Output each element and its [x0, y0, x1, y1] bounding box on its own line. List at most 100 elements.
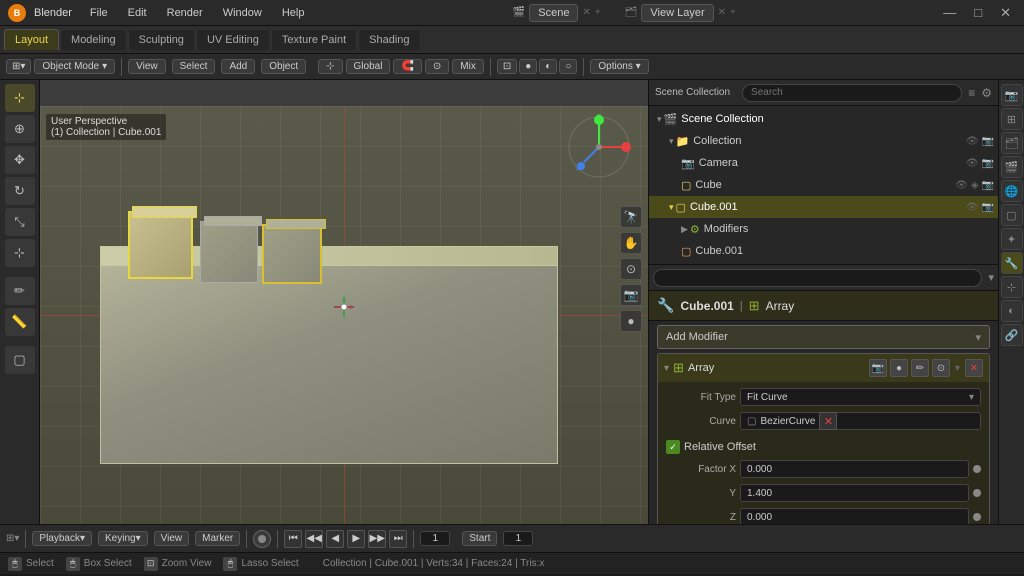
prop-tab-render[interactable]: 📷 — [1001, 84, 1023, 106]
array-expand-button[interactable]: ▾ — [664, 363, 669, 374]
play-button[interactable]: ▶ — [347, 530, 365, 548]
properties-search-input[interactable] — [653, 269, 982, 287]
transform-orientation-button[interactable]: Global — [346, 59, 391, 74]
viewport-add-menu[interactable]: Add — [221, 59, 255, 74]
current-frame-display[interactable]: 1 — [420, 531, 450, 546]
sync-toggle-button[interactable] — [253, 530, 271, 548]
tree-vis-eye-collection[interactable]: 👁 — [966, 136, 979, 147]
tree-item-cube001-mesh[interactable]: ▢ Cube.001 — [649, 240, 998, 262]
view-pan-tool[interactable]: ✋ — [620, 232, 642, 254]
tree-vis-eye-cube001[interactable]: 👁 — [966, 202, 979, 213]
render-preview-tool[interactable]: ● — [620, 310, 642, 332]
editor-type-button[interactable]: ⊞▾ — [6, 59, 31, 74]
tool-cursor[interactable]: ⊕ — [5, 115, 35, 143]
prev-keyframe-button[interactable]: ◀◀ — [305, 530, 323, 548]
view-zoom-tool[interactable]: 🔭 — [620, 206, 642, 228]
tree-vis-render-camera[interactable]: 📷 — [982, 158, 994, 169]
tool-annotate[interactable]: ✏ — [5, 277, 35, 305]
tab-modeling[interactable]: Modeling — [60, 29, 127, 50]
prop-tab-world[interactable]: 🌐 — [1001, 180, 1023, 202]
menu-render[interactable]: Render — [161, 5, 209, 21]
tool-scale[interactable]: ⤡ — [5, 208, 35, 236]
tree-vis-render-collection[interactable]: 📷 — [982, 136, 994, 147]
prop-tab-material[interactable]: ◐ — [1001, 300, 1023, 322]
keying-menu-button[interactable]: Keying▾ — [98, 531, 148, 546]
array-render-button[interactable]: ● — [890, 359, 908, 377]
viewport-3d[interactable]: User Perspective (1) Collection | Cube.0… — [40, 80, 648, 524]
array-delete-button[interactable]: ✕ — [965, 359, 983, 377]
viewport-object-menu[interactable]: Object — [261, 59, 306, 74]
menu-edit[interactable]: Edit — [122, 5, 153, 21]
array-realtime-button[interactable]: ⊙ — [932, 359, 950, 377]
marker-menu-button[interactable]: Marker — [195, 531, 240, 546]
wireframe-shading-button[interactable]: ⊡ — [497, 59, 517, 74]
viewport-view-menu[interactable]: View — [128, 59, 166, 74]
array-edit-button[interactable]: ✏ — [911, 359, 929, 377]
camera-view-tool[interactable]: 📷 — [620, 284, 642, 306]
end-frame-display[interactable]: 1 — [503, 531, 533, 546]
tree-item-cube[interactable]: ▢ Cube 👁 ◈ 📷 — [649, 174, 998, 196]
prop-tab-object[interactable]: ▢ — [1001, 204, 1023, 226]
properties-options-button[interactable]: ▾ — [988, 271, 994, 284]
menu-window[interactable]: Window — [217, 5, 268, 21]
tool-rotate[interactable]: ↻ — [5, 177, 35, 205]
outliner-search-input[interactable] — [742, 84, 962, 102]
tree-vis-eye-cube[interactable]: 👁 — [955, 180, 968, 191]
view-orbit-tool[interactable]: ⊙ — [620, 258, 642, 280]
add-modifier-button[interactable]: Add Modifier ▾ — [657, 325, 990, 349]
tool-add-cube[interactable]: ▢ — [5, 346, 35, 374]
viewport-select-menu[interactable]: Select — [172, 59, 216, 74]
outliner-settings-button[interactable]: ⚙ — [981, 86, 992, 100]
array-camera-button[interactable]: 📷 — [869, 359, 887, 377]
view-layer-selector[interactable]: View Layer — [641, 4, 713, 22]
prop-tab-modifiers[interactable]: 🔧 — [1001, 252, 1023, 274]
tree-item-cube001[interactable]: ▾ ▢ Cube.001 👁 📷 — [649, 196, 998, 218]
tab-texture-paint[interactable]: Texture Paint — [271, 29, 357, 50]
prop-tab-scene[interactable]: 🎬 — [1001, 156, 1023, 178]
tree-item-collection[interactable]: ▾ 📁 Collection 👁 📷 — [649, 130, 998, 152]
tool-move[interactable]: ✥ — [5, 146, 35, 174]
prop-tab-view-layer[interactable]: 🗂 — [1001, 132, 1023, 154]
solid-shading-button[interactable]: ● — [519, 59, 537, 74]
tree-item-modifiers[interactable]: ▶ ⚙ Modifiers — [649, 218, 998, 240]
rendered-shading-button[interactable]: ○ — [559, 59, 577, 74]
factor-x-input[interactable]: 0.000 — [740, 460, 969, 478]
options-menu-button[interactable]: Options ▾ — [590, 59, 648, 74]
tree-vis-render-cube001[interactable]: 📷 — [982, 202, 994, 213]
tool-select[interactable]: ⊹ — [5, 84, 35, 112]
scene-selector[interactable]: Scene — [529, 4, 578, 22]
outliner-filter-button[interactable]: ≡ — [968, 86, 975, 100]
curve-clear-button[interactable]: ✕ — [819, 412, 837, 430]
start-frame-button[interactable]: Start — [462, 531, 497, 546]
prev-frame-button[interactable]: ◀ — [326, 530, 344, 548]
relative-offset-header[interactable]: ✓ Relative Offset — [666, 436, 981, 458]
tab-layout[interactable]: Layout — [4, 29, 59, 50]
maximize-button[interactable]: □ — [969, 5, 987, 20]
mode-selector-button[interactable]: Object Mode ▾ — [34, 59, 115, 74]
close-button[interactable]: ✕ — [995, 5, 1016, 21]
jump-to-end-button[interactable]: ⏭ — [389, 530, 407, 548]
tree-item-scene-collection[interactable]: ▾ 🎬 Scene Collection — [649, 108, 998, 130]
next-frame-button[interactable]: ▶▶ — [368, 530, 386, 548]
tool-measure[interactable]: 📏 — [5, 308, 35, 336]
proportional-edit-button[interactable]: ⊙ — [425, 59, 449, 74]
transform-pivot-button[interactable]: ⊹ — [318, 59, 342, 74]
tree-vis-render-cube[interactable]: 📷 — [982, 180, 994, 191]
prop-tab-output[interactable]: ⊞ — [1001, 108, 1023, 130]
view-menu-button[interactable]: View — [154, 531, 190, 546]
curve-value[interactable]: ▢ BezierCurve ✕ — [740, 412, 981, 430]
prop-tab-constraints[interactable]: 🔗 — [1001, 324, 1023, 346]
tab-shading[interactable]: Shading — [358, 29, 420, 50]
relative-offset-checkbox[interactable]: ✓ — [666, 440, 680, 454]
prop-tab-object-data[interactable]: ⊹ — [1001, 276, 1023, 298]
menu-file[interactable]: File — [84, 5, 114, 21]
tab-uv-editing[interactable]: UV Editing — [196, 29, 270, 50]
tab-sculpting[interactable]: Sculpting — [128, 29, 195, 50]
minimize-button[interactable]: — — [938, 5, 961, 20]
playback-menu-button[interactable]: Playback▾ — [32, 531, 92, 546]
tree-vis-filter-cube[interactable]: ◈ — [971, 180, 979, 191]
tool-transform[interactable]: ⊹ — [5, 239, 35, 267]
factor-z-input[interactable]: 0.000 — [740, 508, 969, 524]
prop-tab-particles[interactable]: ✦ — [1001, 228, 1023, 250]
blend-mode-button[interactable]: Mix — [452, 59, 484, 74]
